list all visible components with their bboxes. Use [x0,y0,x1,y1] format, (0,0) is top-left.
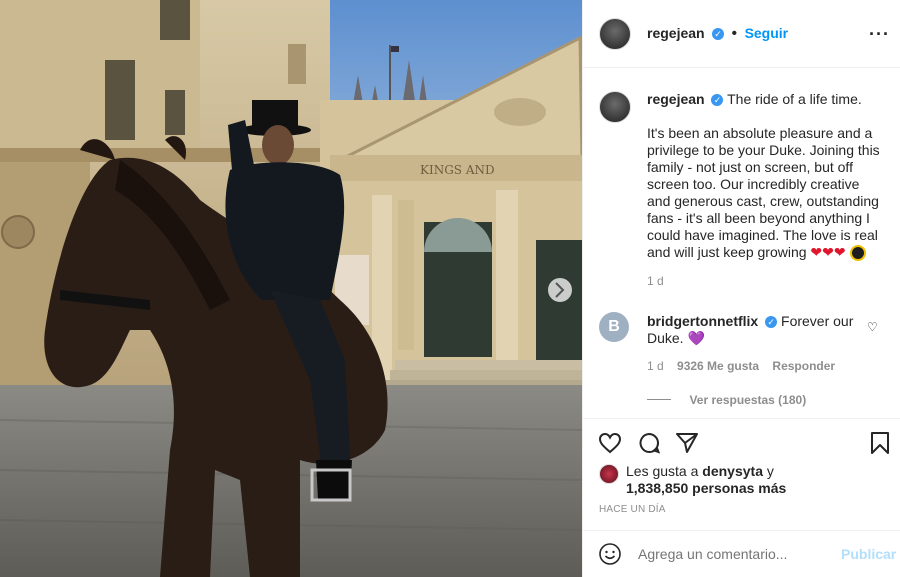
author-avatar[interactable] [599,18,631,50]
post-header: regejean ✓ • Seguir ··· [583,0,900,68]
more-options-icon[interactable]: ··· [869,24,890,45]
comment: bridgertonnetflix ✓ Forever our Duke. 💜 [647,313,861,347]
caption-username[interactable]: regejean [647,91,705,107]
comment-like-icon[interactable]: ♡ [867,320,878,334]
emoji-smiley-icon[interactable] [598,542,622,566]
likes-suffix: y [766,463,774,479]
publish-button[interactable]: Publicar [841,546,896,562]
comment-likes[interactable]: 9326 Me gusta [677,359,759,373]
heart-emoji: ❤❤❤ [810,244,846,260]
comment-avatar-letter: B [608,318,620,335]
caption: regejean ✓ The ride of a life time. It's… [647,91,883,290]
soccer-ball-emoji-icon [849,245,866,262]
comment-meta: 1 d 9326 Me gusta Responder [647,359,835,373]
building-sign: KINGS AND [420,163,495,177]
likes-prefix: Les gusta a [626,463,699,479]
purple-heart-emoji: 💜 [687,330,705,346]
view-replies-label[interactable]: Ver respuestas (180) [689,393,806,407]
caption-body: It's been an absolute pleasure and a pri… [647,125,880,260]
comment-bubble-icon[interactable] [636,431,662,455]
caption-first-line: The ride of a life time. [727,91,862,107]
share-paper-plane-icon[interactable] [674,431,700,455]
comment-input[interactable] [636,543,830,565]
replies-line [647,399,671,401]
comment-avatar[interactable]: B [599,312,629,342]
follow-button[interactable]: Seguir [745,25,789,41]
liker-avatar[interactable] [599,464,619,484]
post-photo-illustration: KINGS AND [0,0,582,577]
author-username[interactable]: regejean [647,25,705,41]
action-bar [583,418,900,454]
comment-time: 1 d [647,359,664,373]
likes-user[interactable]: denysyta [702,463,763,479]
post-timestamp[interactable]: HACE UN DÍA [599,504,666,515]
comment-username[interactable]: bridgertonnetflix [647,313,758,329]
separator-dot: • [731,25,738,42]
verified-badge-icon: ✓ [765,316,778,329]
verified-badge-icon: ✓ [711,94,724,107]
likes-count[interactable]: 1,838,850 personas más [626,480,786,496]
like-heart-icon[interactable] [597,431,623,455]
reply-button[interactable]: Responder [772,359,835,373]
add-comment-bar: Publicar [583,530,900,577]
view-replies[interactable]: Ver respuestas (180) [647,391,806,409]
save-bookmark-icon[interactable] [869,431,891,455]
post-photo[interactable]: KINGS AND [0,0,582,577]
caption-time: 1 d [647,274,664,289]
caption-avatar[interactable] [599,91,631,123]
post-details-panel: regejean ✓ • Seguir ··· regejean ✓ The r… [582,0,900,577]
verified-badge-icon: ✓ [712,27,725,40]
likes-summary: Les gusta a denysyta y 1,838,850 persona… [626,463,786,497]
